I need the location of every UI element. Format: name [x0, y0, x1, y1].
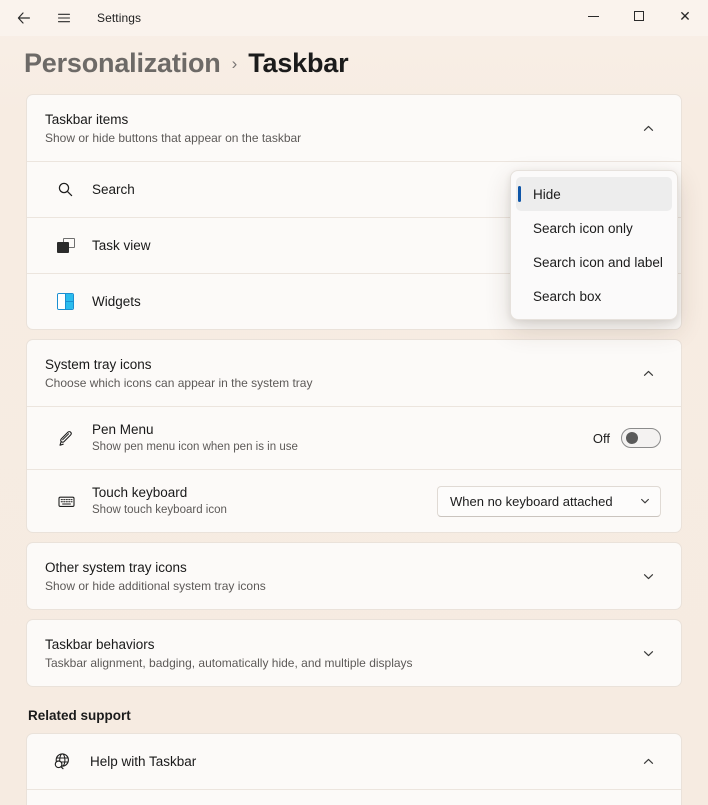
maximize-icon — [634, 11, 644, 21]
card-taskbar-behaviors: Taskbar behaviors Taskbar alignment, bad… — [26, 619, 682, 687]
dropdown-option-hide[interactable]: Hide — [516, 177, 672, 211]
pen-icon — [47, 429, 87, 448]
row-pen-menu[interactable]: Pen Menu Show pen menu icon when pen is … — [27, 407, 681, 469]
expander-texts-help: Help with Taskbar — [85, 753, 635, 770]
touch-keyboard-combobox[interactable]: When no keyboard attached — [437, 485, 661, 517]
expander-subtitle: Show or hide additional system tray icon… — [45, 578, 266, 593]
title-bar: Settings ✕ — [0, 0, 708, 36]
expander-title: Taskbar behaviors — [45, 636, 155, 652]
expander-texts-system-tray: System tray icons Choose which icons can… — [45, 356, 635, 391]
card-system-tray-icons: System tray icons Choose which icons can… — [26, 339, 682, 533]
expander-texts-other-tray: Other system tray icons Show or hide add… — [45, 559, 635, 594]
dropdown-option-search-box[interactable]: Search box — [516, 279, 672, 313]
row-touch-keyboard[interactable]: Touch keyboard Show touch keyboard icon … — [27, 470, 681, 532]
task-view-glyph — [57, 238, 75, 253]
dropdown-option-label: Hide — [533, 186, 561, 202]
dropdown-option-search-icon-only[interactable]: Search icon only — [516, 211, 672, 245]
expander-title: Taskbar items — [45, 111, 129, 127]
task-view-icon — [47, 238, 87, 253]
widgets-glyph — [57, 293, 74, 310]
breadcrumb-parent-link[interactable]: Personalization — [24, 48, 221, 79]
row-texts-touch-keyboard: Touch keyboard Show touch keyboard icon — [87, 484, 437, 518]
combobox-value: When no keyboard attached — [450, 493, 613, 509]
expander-header-taskbar-behaviors[interactable]: Taskbar behaviors Taskbar alignment, bad… — [27, 620, 681, 686]
expander-title: Other system tray icons — [45, 559, 187, 575]
chevron-up-icon[interactable] — [635, 360, 661, 386]
navigation-menu-button[interactable] — [48, 2, 80, 34]
row-control-touch-keyboard: When no keyboard attached — [437, 485, 661, 517]
breadcrumb: Personalization › Taskbar — [0, 36, 708, 94]
page-title: Taskbar — [248, 48, 349, 78]
toggle-state-label: Off — [592, 430, 610, 446]
help-content-area — [27, 790, 681, 805]
chevron-down-icon[interactable] — [635, 563, 661, 589]
expander-subtitle: Taskbar alignment, badging, automaticall… — [45, 655, 413, 670]
minimize-icon — [587, 15, 599, 17]
settings-window: Settings ✕ Personalization › Taskbar Tas… — [0, 0, 708, 805]
dropdown-option-label: Search icon and label — [533, 254, 663, 270]
back-button[interactable] — [8, 2, 40, 34]
keyboard-icon — [47, 492, 87, 511]
breadcrumb-separator: › — [231, 54, 238, 73]
close-icon: ✕ — [679, 8, 691, 24]
expander-header-taskbar-items[interactable]: Taskbar items Show or hide buttons that … — [27, 95, 681, 161]
card-help-with-taskbar: Help with Taskbar — [26, 733, 682, 805]
expander-header-other-system-tray-icons[interactable]: Other system tray icons Show or hide add… — [27, 543, 681, 609]
maximize-button[interactable] — [616, 0, 662, 32]
toggle-knob — [626, 432, 638, 444]
expander-texts-taskbar-items: Taskbar items Show or hide buttons that … — [45, 111, 635, 146]
expander-subtitle: Choose which icons can appear in the sys… — [45, 375, 313, 390]
chevron-up-icon[interactable] — [635, 749, 661, 775]
window-controls: ✕ — [570, 0, 708, 36]
hamburger-menu-icon — [57, 13, 71, 23]
row-sublabel: Show touch keyboard icon — [92, 504, 227, 516]
dropdown-option-label: Search icon only — [533, 220, 633, 236]
chevron-down-icon — [639, 495, 651, 507]
related-support-heading: Related support — [28, 708, 131, 723]
expander-title: System tray icons — [45, 356, 152, 372]
row-sublabel: Show pen menu icon when pen is in use — [92, 441, 298, 453]
expander-subtitle: Show or hide buttons that appear on the … — [45, 130, 302, 145]
pen-menu-toggle[interactable] — [621, 428, 661, 448]
row-label: Pen Menu — [92, 422, 154, 437]
expander-texts-taskbar-behaviors: Taskbar behaviors Taskbar alignment, bad… — [45, 636, 635, 671]
chevron-up-icon[interactable] — [635, 115, 661, 141]
widgets-icon — [47, 293, 87, 310]
row-texts-pen-menu: Pen Menu Show pen menu icon when pen is … — [87, 421, 593, 455]
close-button[interactable]: ✕ — [662, 0, 708, 32]
globe-search-icon — [45, 751, 85, 772]
expander-header-system-tray-icons[interactable]: System tray icons Choose which icons can… — [27, 340, 681, 406]
chevron-down-icon[interactable] — [635, 640, 661, 666]
dropdown-option-search-icon-and-label[interactable]: Search icon and label — [516, 245, 672, 279]
back-arrow-icon — [17, 12, 30, 24]
help-item-label: Help with Taskbar — [90, 754, 197, 769]
window-title: Settings — [97, 11, 142, 25]
card-other-system-tray-icons: Other system tray icons Show or hide add… — [26, 542, 682, 610]
row-control-pen-menu: Off — [593, 428, 661, 448]
row-label: Touch keyboard — [92, 485, 188, 500]
search-option-dropdown[interactable]: Hide Search icon only Search icon and la… — [510, 170, 678, 320]
dropdown-option-label: Search box — [533, 288, 602, 304]
expander-header-help-with-taskbar[interactable]: Help with Taskbar — [27, 734, 681, 789]
search-icon — [47, 181, 87, 198]
minimize-button[interactable] — [570, 0, 616, 32]
